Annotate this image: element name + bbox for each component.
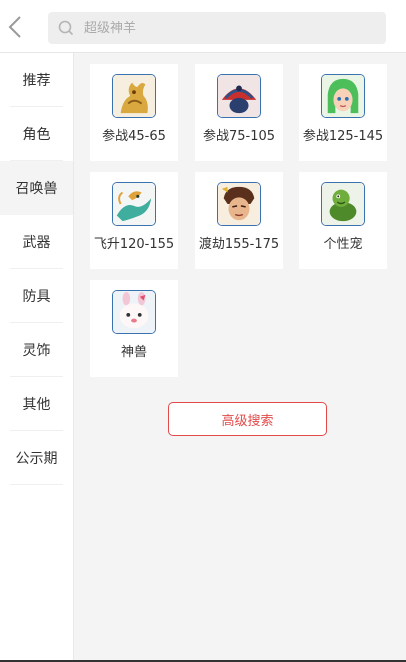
grid-item-label: 参战125-145 — [302, 129, 384, 144]
sidebar-item-label: 召唤兽 — [15, 181, 58, 197]
grid-item-label: 个性宠 — [323, 237, 363, 252]
sidebar-item-label: 推荐 — [22, 73, 51, 89]
peacock-icon — [217, 74, 261, 118]
grid-item-tribulation-155-175[interactable]: 渡劫155-175 — [195, 172, 283, 269]
top-bar — [0, 0, 406, 53]
search-icon — [58, 20, 74, 36]
grid-item-divine-beast[interactable]: 神兽 — [90, 280, 178, 377]
grid-item-label: 飞升120-155 — [93, 237, 175, 252]
dragon-icon — [112, 182, 156, 226]
grid-item-war-45-65[interactable]: 参战45-65 — [90, 64, 178, 161]
sidebar-item-ornament[interactable]: 灵饰 — [0, 323, 73, 377]
main-panel: 参战45-65 参战75-105 参战125-145 飞升120-155 渡劫1… — [73, 53, 406, 662]
sidebar-item-label: 公示期 — [15, 451, 58, 467]
advanced-search-button[interactable]: 高级搜索 — [168, 402, 327, 436]
grid-item-label: 渡劫155-175 — [198, 237, 280, 252]
warrior-icon — [217, 182, 261, 226]
grid-item-unique-pet[interactable]: 个性宠 — [299, 172, 387, 269]
grid-item-war-75-105[interactable]: 参战75-105 — [195, 64, 283, 161]
green-turtle-icon — [321, 182, 365, 226]
grid-item-war-125-145[interactable]: 参战125-145 — [299, 64, 387, 161]
sidebar-item-label: 武器 — [22, 235, 51, 251]
green-hair-girl-icon — [321, 74, 365, 118]
sidebar-item-label: 灵饰 — [22, 343, 51, 359]
sidebar-item-label: 其他 — [22, 397, 51, 413]
search-input[interactable] — [84, 20, 364, 36]
sidebar-item-summon[interactable]: 召唤兽 — [0, 161, 73, 215]
sidebar-item-other[interactable]: 其他 — [0, 377, 73, 431]
grid-item-label: 参战75-105 — [202, 129, 276, 144]
sidebar-item-public[interactable]: 公示期 — [0, 431, 73, 485]
sidebar-item-armor[interactable]: 防具 — [0, 269, 73, 323]
golden-beast-icon — [112, 74, 156, 118]
grid-item-label: 神兽 — [120, 345, 147, 360]
search-bar[interactable] — [48, 12, 386, 44]
sidebar-item-recommend[interactable]: 推荐 — [0, 53, 73, 107]
grid-item-label: 参战45-65 — [102, 129, 166, 144]
category-sidebar: 推荐 角色 召唤兽 武器 防具 灵饰 其他 公示期 — [0, 53, 73, 662]
sidebar-item-role[interactable]: 角色 — [0, 107, 73, 161]
sidebar-item-label: 角色 — [22, 127, 51, 143]
grid-item-ascend-120-155[interactable]: 飞升120-155 — [90, 172, 178, 269]
sidebar-item-label: 防具 — [22, 289, 51, 305]
back-arrow-icon[interactable] — [6, 14, 24, 40]
bunny-icon — [112, 290, 156, 334]
sidebar-item-weapon[interactable]: 武器 — [0, 215, 73, 269]
